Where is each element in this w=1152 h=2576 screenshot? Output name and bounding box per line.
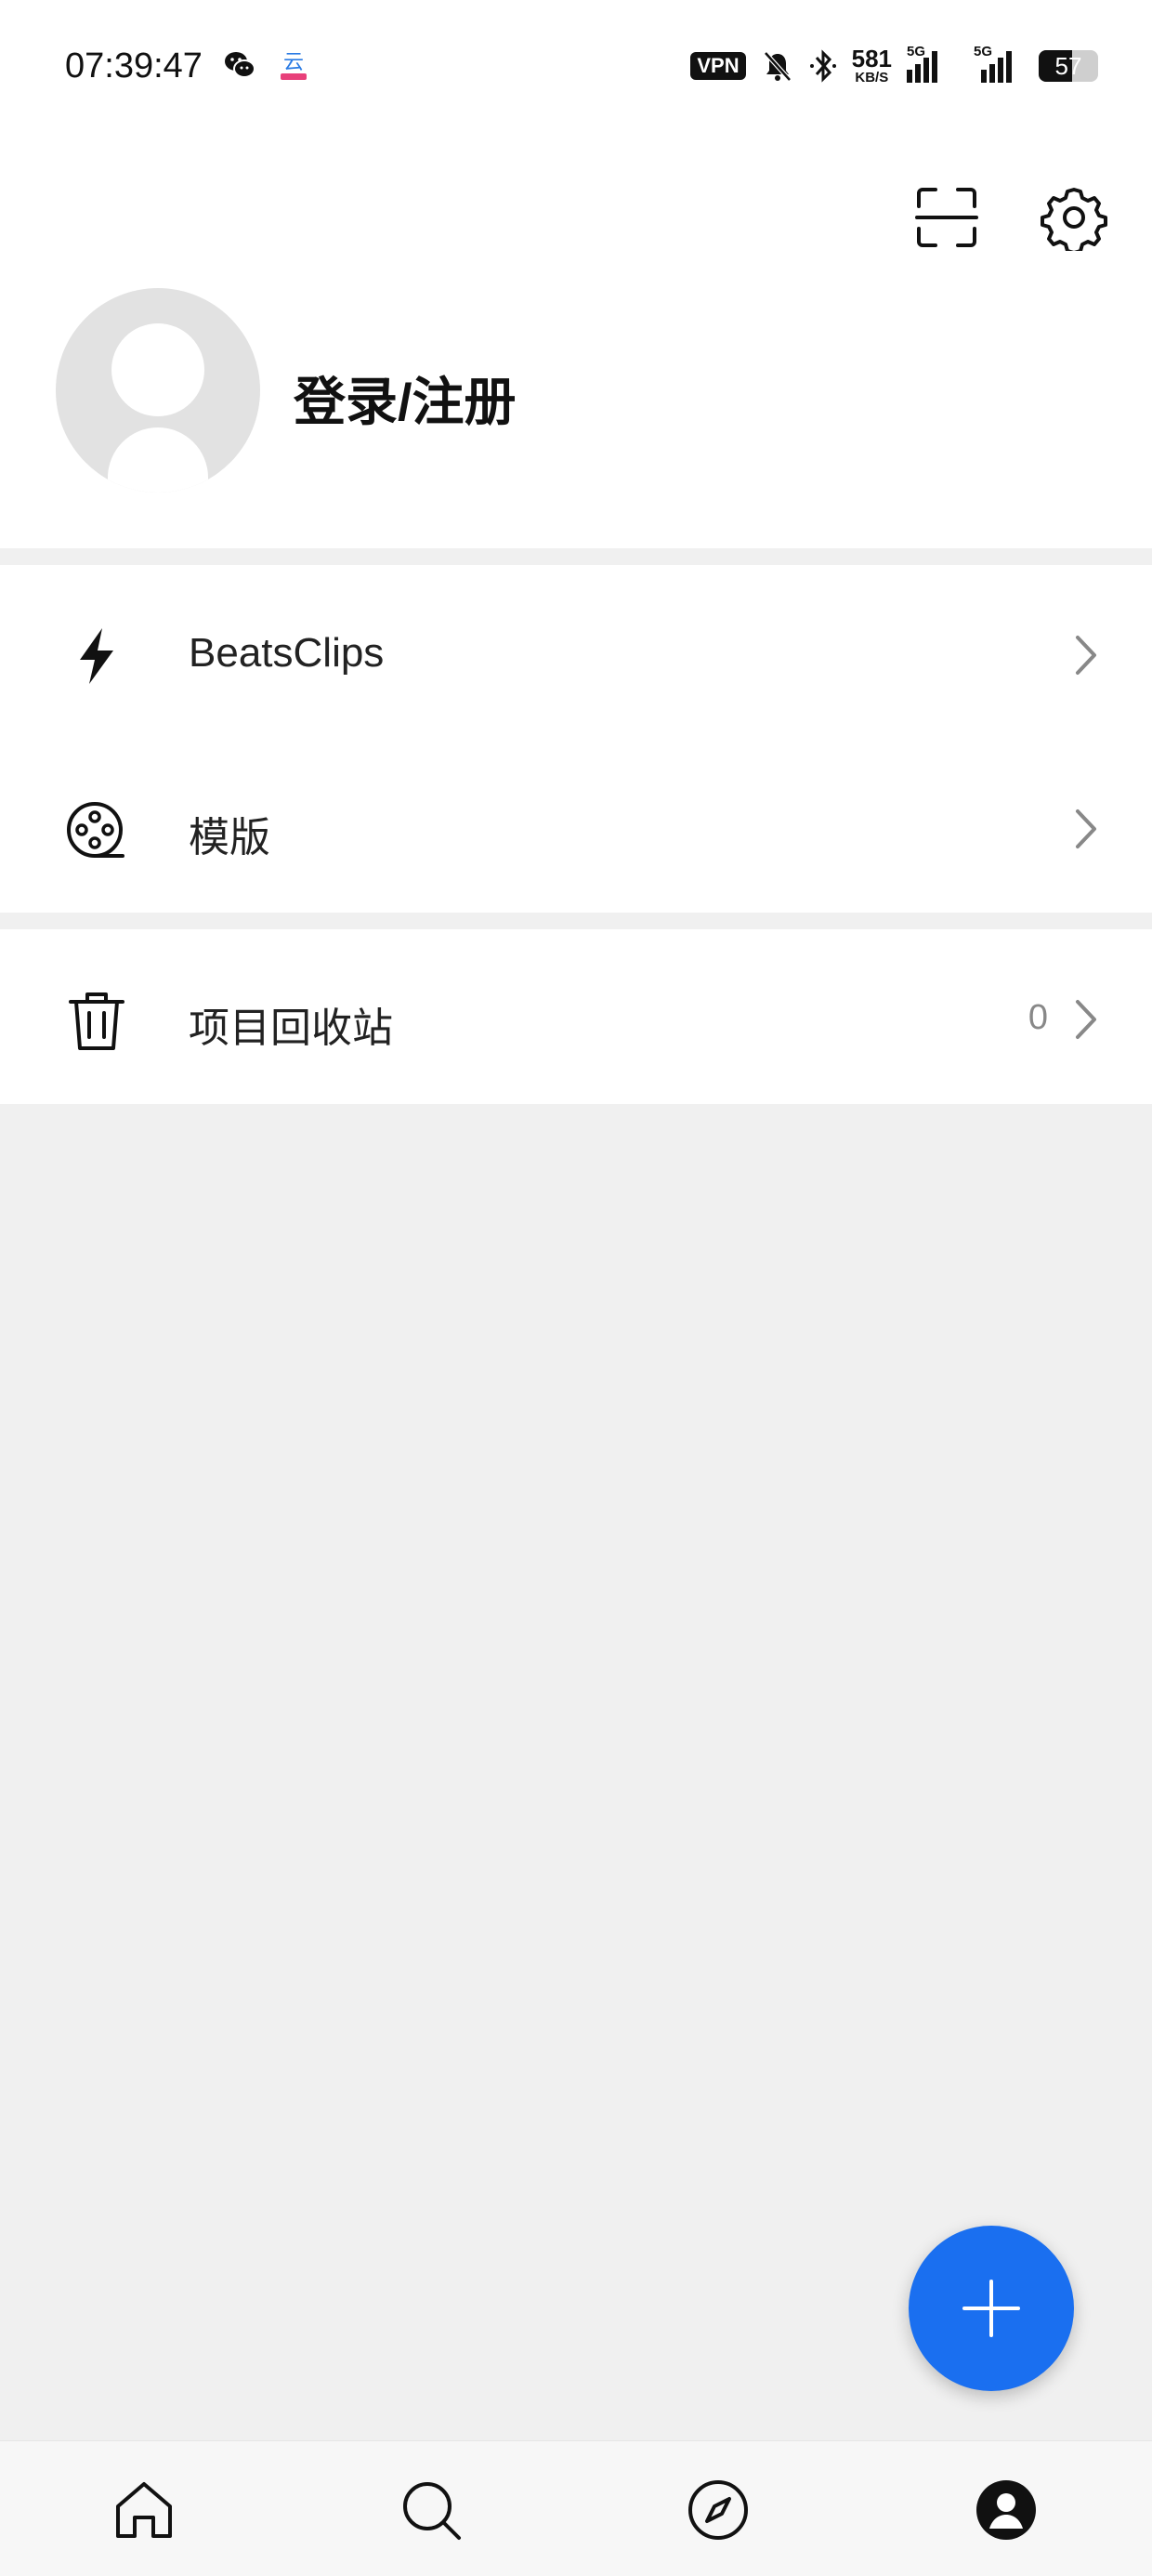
menu-group-primary: BeatsClips 模版 [0,565,1152,913]
vpn-badge: VPN [690,51,746,80]
profile-header: 登录/注册 [0,139,1152,548]
avatar-placeholder-icon[interactable] [56,288,260,493]
login-register-link[interactable]: 登录/注册 [294,361,517,436]
svg-text:云: 云 [283,51,304,74]
status-system-icons: VPN 581 KB/S 5G 5G 57 [690,44,1098,85]
menu-item-label: 模版 [189,815,270,861]
film-reel-icon [67,802,124,858]
profile-icon[interactable] [973,2477,1040,2543]
status-bar: 07:39:47 云 VPN 581 KB/S 5G 5G 57 [0,0,1152,139]
bluetooth-icon [809,48,836,83]
chevron-right-icon [1076,1000,1096,1039]
plus-icon [962,2280,1020,2337]
trash-icon [69,992,124,1050]
app-notification-icon: 云 [281,51,307,80]
home-icon[interactable] [111,2477,177,2543]
net-speed: 581 KB/S [851,45,892,85]
battery-icon: 57 [1039,49,1098,82]
signal-icon-2: 5G [968,44,1024,83]
chevron-right-icon [1076,636,1096,675]
wechat-icon [225,52,255,78]
chevron-right-icon [1076,809,1096,848]
recycle-bin-count: 0 [1028,998,1048,1037]
search-icon[interactable] [398,2477,465,2543]
menu-item-label: 项目回收站 [189,1005,393,1051]
status-time: 07:39:47 [65,46,203,85]
menu-group-secondary: 项目回收站 0 [0,929,1152,1104]
bottom-nav [0,2440,1152,2576]
gear-icon[interactable] [1041,184,1107,251]
menu-item-beatsclips[interactable]: BeatsClips [0,565,1152,739]
compass-icon[interactable] [685,2477,752,2543]
status-notification-icons: 云 [223,48,310,82]
scan-icon[interactable] [915,186,978,249]
lightning-icon [80,628,113,684]
create-project-button[interactable] [909,2226,1074,2391]
mute-bell-icon [763,50,792,82]
menu-item-templates[interactable]: 模版 [0,739,1152,913]
menu-item-label: BeatsClips [189,630,385,676]
signal-icon: 5G [907,44,953,83]
menu-item-recycle-bin[interactable]: 项目回收站 0 [0,929,1152,1103]
